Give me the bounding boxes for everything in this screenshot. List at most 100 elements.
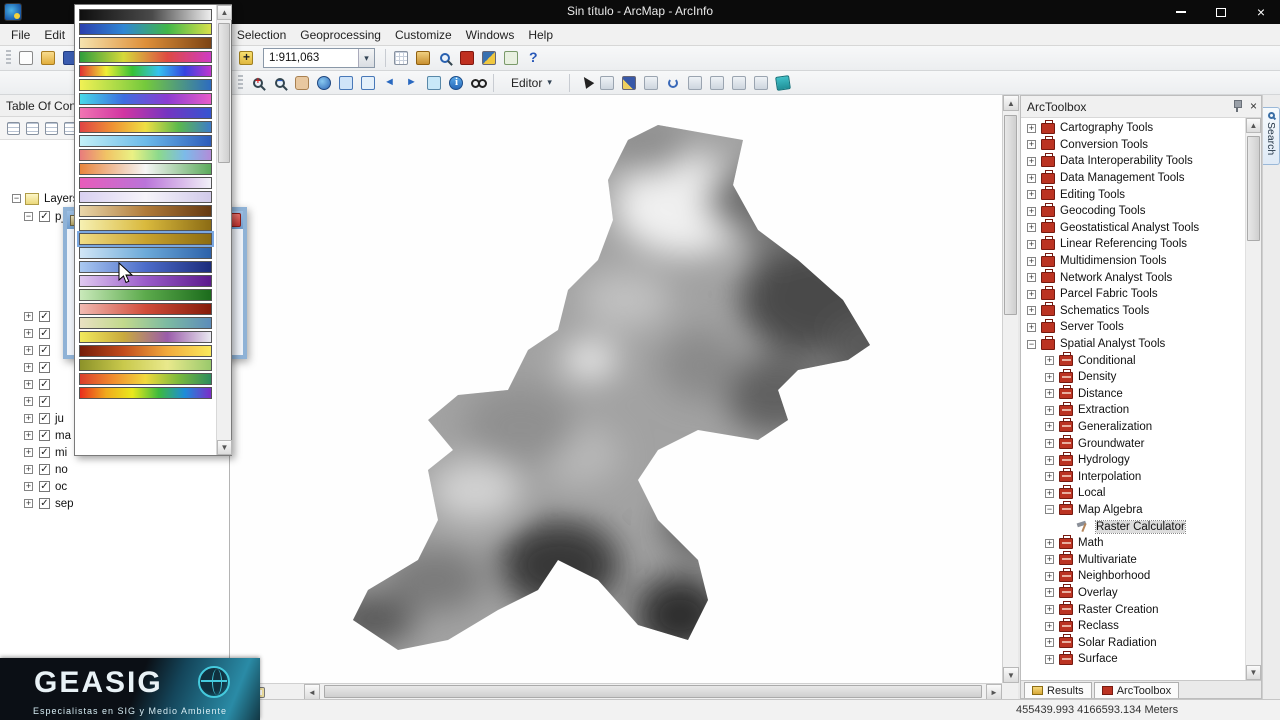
identify-icon[interactable] [445,72,467,94]
color-ramp-option[interactable] [79,205,212,217]
toolset-icon[interactable]: Local [1021,485,1245,502]
color-ramp-option[interactable] [79,37,212,49]
edit-vertices-icon[interactable] [596,72,618,94]
color-ramp-option[interactable] [79,177,212,189]
list-visibility-icon[interactable] [42,119,61,138]
toolbar-grip[interactable] [238,75,243,91]
color-ramp-option[interactable] [79,65,212,77]
scroll-down-icon[interactable]: ▼ [1246,665,1261,680]
forward-extent-icon[interactable] [401,72,423,94]
layer-checkbox[interactable] [39,379,50,390]
expander-icon[interactable] [1045,489,1054,498]
toolbox-icon[interactable]: Multidimension Tools [1021,253,1245,270]
toolbox-icon[interactable]: Editing Tools [1021,186,1245,203]
toolset-icon[interactable]: Conditional [1021,352,1245,369]
expander-icon[interactable] [24,499,33,508]
toolset-icon[interactable]: Distance [1021,386,1245,403]
color-ramp-option[interactable] [79,317,212,329]
menu-item[interactable]: Geoprocessing [293,25,388,45]
arctoolbox-window-icon[interactable] [456,47,478,69]
expander-icon[interactable] [24,346,33,355]
map-canvas[interactable] [230,95,1002,683]
toolbox-icon[interactable]: Server Tools [1021,319,1245,336]
menu-item[interactable]: Selection [230,25,293,45]
expander-icon[interactable] [1045,439,1054,448]
expander-icon[interactable] [1027,340,1036,349]
color-ramp-option[interactable] [79,219,212,231]
expander-icon[interactable] [24,380,33,389]
toolbar-grip[interactable] [6,50,11,66]
back-extent-icon[interactable] [379,72,401,94]
color-ramp-option[interactable] [79,233,212,245]
edit-tool-icon[interactable] [574,72,596,94]
scroll-up-icon[interactable]: ▲ [1246,118,1261,133]
color-ramp-option[interactable] [79,359,212,371]
vertical-scroll-thumb[interactable] [218,23,230,163]
toolset-icon[interactable]: Extraction [1021,402,1245,419]
toolset-icon[interactable]: Density [1021,369,1245,386]
toolset-icon[interactable]: Multivariate [1021,551,1245,568]
layer-checkbox[interactable] [39,362,50,373]
measure-icon[interactable] [772,72,794,94]
scroll-up-icon[interactable]: ▲ [217,5,232,20]
expander-icon[interactable] [1027,190,1036,199]
toolset-icon[interactable]: Surface [1021,651,1245,668]
color-ramp-option[interactable] [79,289,212,301]
minimize-button[interactable] [1168,3,1194,21]
layer-checkbox[interactable] [39,481,50,492]
expander-icon[interactable] [1045,456,1054,465]
expander-icon[interactable] [1027,207,1036,216]
toolbox-icon[interactable]: Spatial Analyst Tools [1021,336,1245,353]
scale-combo[interactable]: 1:911,063 ▾ [263,48,375,68]
color-ramp-option[interactable] [79,163,212,175]
search-window-icon[interactable] [434,47,456,69]
tool-icon[interactable]: Raster Calculator [1021,518,1245,535]
scroll-left-icon[interactable]: ◄ [304,684,320,700]
toolbox-icon[interactable]: Schematics Tools [1021,303,1245,320]
expander-icon[interactable] [1045,389,1054,398]
expander-icon[interactable] [1045,572,1054,581]
color-ramp-option[interactable] [79,51,212,63]
toolset-icon[interactable]: Solar Radiation [1021,634,1245,651]
model-builder-icon[interactable] [500,47,522,69]
new-icon[interactable] [15,47,37,69]
color-ramp-option[interactable] [79,247,212,259]
attributes-icon[interactable] [684,72,706,94]
expander-icon[interactable] [1045,638,1054,647]
menu-item[interactable]: File [4,25,37,45]
panel-close-icon[interactable]: × [1250,100,1257,112]
expander-icon[interactable] [1045,406,1054,415]
toolset-icon[interactable]: Math [1021,535,1245,552]
scroll-down-icon[interactable]: ▼ [1003,667,1019,683]
expander-icon[interactable] [24,465,33,474]
color-ramp-option[interactable] [79,373,212,385]
expander-icon[interactable] [1045,605,1054,614]
expander-icon[interactable] [1027,273,1036,282]
expander-icon[interactable] [1027,140,1036,149]
toolset-icon[interactable]: Overlay [1021,585,1245,602]
expander-icon[interactable] [1027,257,1036,266]
menu-item[interactable]: Help [521,25,560,45]
expander-icon[interactable] [24,414,33,423]
search-dock-tab[interactable]: Search [1263,107,1280,165]
whats-this-icon[interactable] [522,47,544,69]
expander-icon[interactable] [1027,290,1036,299]
python-window-icon[interactable] [478,47,500,69]
select-features-icon[interactable] [423,72,445,94]
toolset-icon[interactable]: Interpolation [1021,468,1245,485]
toolbox-icon[interactable]: Data Management Tools [1021,170,1245,187]
color-ramp-option[interactable] [79,23,212,35]
sketch-icon[interactable] [618,72,640,94]
close-button[interactable]: × [1248,3,1274,21]
layer-checkbox[interactable] [39,430,50,441]
color-ramp-option[interactable] [79,345,212,357]
toc-layer-item[interactable]: oc [24,478,229,495]
snapping-icon[interactable] [728,72,750,94]
expander-icon[interactable] [1045,472,1054,481]
expander-icon[interactable] [1045,356,1054,365]
toolbox-icon[interactable]: Geostatistical Analyst Tools [1021,220,1245,237]
horizontal-scroll-thumb[interactable] [324,685,982,698]
rotate-icon[interactable] [662,72,684,94]
scroll-down-icon[interactable]: ▼ [217,440,232,455]
expander-icon[interactable] [1045,539,1054,548]
